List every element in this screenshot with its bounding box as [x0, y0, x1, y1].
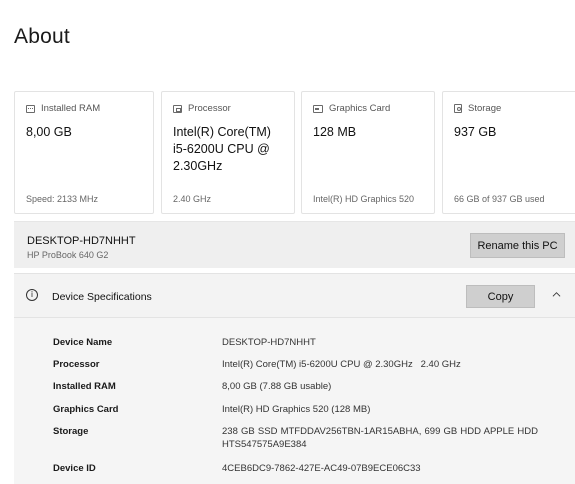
summary-cards: Installed RAM 8,00 GB Speed: 2133 MHz Pr… — [14, 91, 575, 214]
card-label: Graphics Card — [329, 103, 391, 114]
spec-value: DESKTOP-HD7NHHT — [222, 337, 316, 348]
card-label: Installed RAM — [41, 103, 101, 114]
device-model: HP ProBook 640 G2 — [27, 250, 109, 260]
card-value: 937 GB — [454, 125, 497, 139]
card-installed-ram: Installed RAM 8,00 GB Speed: 2133 MHz — [14, 91, 154, 214]
page-title: About — [14, 25, 70, 48]
card-value: 128 MB — [313, 125, 357, 139]
chevron-up-icon[interactable] — [552, 290, 561, 299]
spec-key: Device Name — [53, 337, 113, 348]
card-subtext: 2.40 GHz — [173, 194, 212, 204]
card-storage: Storage 937 GB 66 GB of 937 GB used — [442, 91, 575, 214]
spec-key: Graphics Card — [53, 404, 119, 415]
about-page: About Installed RAM 8,00 GB Speed: 2133 … — [0, 0, 575, 484]
card-graphics-card: Graphics Card 128 MB Intel(R) HD Graphic… — [301, 91, 435, 214]
copy-button[interactable]: Copy — [466, 285, 535, 308]
storage-icon — [454, 104, 462, 113]
processor-icon — [173, 104, 182, 113]
card-subtext: 66 GB of 937 GB used — [454, 194, 545, 204]
device-name: DESKTOP-HD7NHHT — [27, 235, 136, 247]
card-label: Processor — [188, 103, 231, 114]
spec-value: 4CEB6DC9-7862-427E-AC49-07B9ECE06C33 — [222, 463, 421, 474]
spec-key: Device ID — [53, 463, 96, 474]
card-label: Storage — [468, 103, 502, 114]
spec-key: Installed RAM — [53, 381, 116, 392]
card-value: Intel(R) Core(TM) i5-6200U CPU @ 2.30GHz — [173, 125, 271, 173]
ram-icon — [26, 104, 35, 113]
device-specifications-header[interactable]: i Device Specifications Copy — [14, 273, 575, 318]
graphics-card-icon — [313, 104, 323, 113]
spec-key: Storage — [53, 426, 89, 437]
spec-key: Processor — [53, 359, 100, 370]
spec-value: 8,00 GB (7.88 GB usable) — [222, 381, 332, 392]
device-name-panel: DESKTOP-HD7NHHT HP ProBook 640 G2 Rename… — [14, 221, 575, 268]
spec-value: Intel(R) Core(TM) i5-6200U CPU @ 2.30GHz… — [222, 359, 461, 370]
card-value: 8,00 GB — [26, 125, 72, 139]
card-subtext: Intel(R) HD Graphics 520 — [313, 194, 415, 204]
card-subtext: Speed: 2133 MHz — [26, 194, 99, 204]
rename-pc-button[interactable]: Rename this PC — [470, 233, 565, 258]
spec-value: 238 GB SSD MTFDDAV256TBN-1AR15ABHA, 699 … — [222, 426, 538, 450]
device-specifications-body: Device Name DESKTOP-HD7NHHT Processor In… — [14, 318, 575, 484]
spec-value: Intel(R) HD Graphics 520 (128 MB) — [222, 404, 371, 415]
info-icon: i — [26, 289, 38, 301]
device-specifications-title: Device Specifications — [52, 291, 152, 303]
card-processor: Processor Intel(R) Core(TM) i5-6200U CPU… — [161, 91, 295, 214]
